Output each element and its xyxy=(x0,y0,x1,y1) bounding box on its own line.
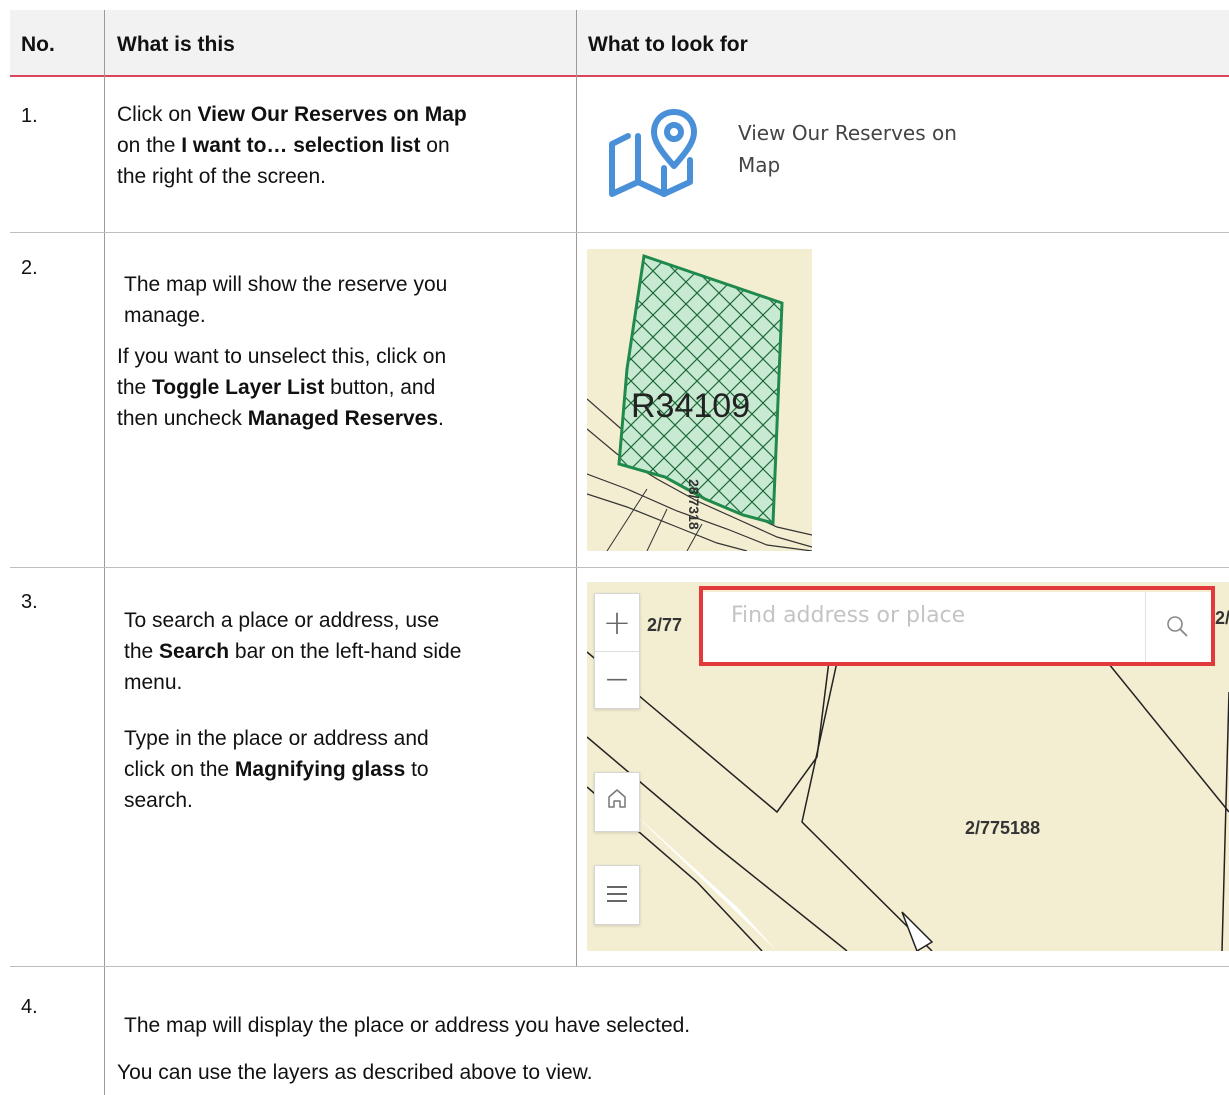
row-3-instructions: To search a place or address, use the Se… xyxy=(124,609,462,812)
reserve-parcel-map: R34109 28/7318 xyxy=(587,249,812,551)
home-button[interactable] xyxy=(594,772,640,832)
zoom-out-button[interactable]: — xyxy=(595,651,639,708)
map-search-screenshot: + — 2/77 2/ 2/775188 Find address or pla… xyxy=(587,582,1229,951)
menu-icon xyxy=(607,886,627,902)
row-number: 2. xyxy=(21,257,38,279)
row-1-instructions: Click on View Our Reserves on Map on the… xyxy=(117,103,467,188)
view-reserves-label: View Our Reserves on Map xyxy=(738,121,957,177)
header-what-is-this: What is this xyxy=(117,33,235,56)
zoom-in-button[interactable]: + xyxy=(595,594,639,651)
menu-button[interactable] xyxy=(594,865,640,925)
header-what-to-look-for: What to look for xyxy=(588,33,748,56)
header-divider xyxy=(10,75,1229,77)
header-no: No. xyxy=(21,33,55,56)
parcel-label-left: 2/77 xyxy=(647,615,683,635)
row-2-instructions: The map will show the reserve you manage… xyxy=(117,273,448,430)
parcel-label-center: 2/775188 xyxy=(965,818,1041,838)
column-divider-1 xyxy=(104,10,105,1095)
document-page: No. What is this What to look for 1. Cli… xyxy=(0,0,1229,1095)
row-divider-1 xyxy=(10,232,1229,233)
selection-list-label: I want to… selection list xyxy=(181,134,421,157)
row-divider-3 xyxy=(10,966,1229,967)
row-number: 3. xyxy=(21,591,38,613)
row-number: 1. xyxy=(21,105,38,127)
parcel-label-right: 2/ xyxy=(1215,608,1229,628)
row-divider-2 xyxy=(10,567,1229,568)
row-number: 4. xyxy=(21,996,38,1018)
map-pin-icon xyxy=(609,109,697,197)
zoom-controls: + — xyxy=(594,593,640,709)
parcel-label: R34109 xyxy=(631,387,750,425)
search-highlight-frame xyxy=(699,586,1215,666)
row-4-line-2: You can use the layers as described abov… xyxy=(117,1061,593,1084)
column-divider-2 xyxy=(576,10,577,966)
home-icon xyxy=(608,789,626,808)
row-4-line-1: The map will display the place or addres… xyxy=(124,1014,691,1037)
parcel-sub-label: 28/7318 xyxy=(686,479,702,530)
